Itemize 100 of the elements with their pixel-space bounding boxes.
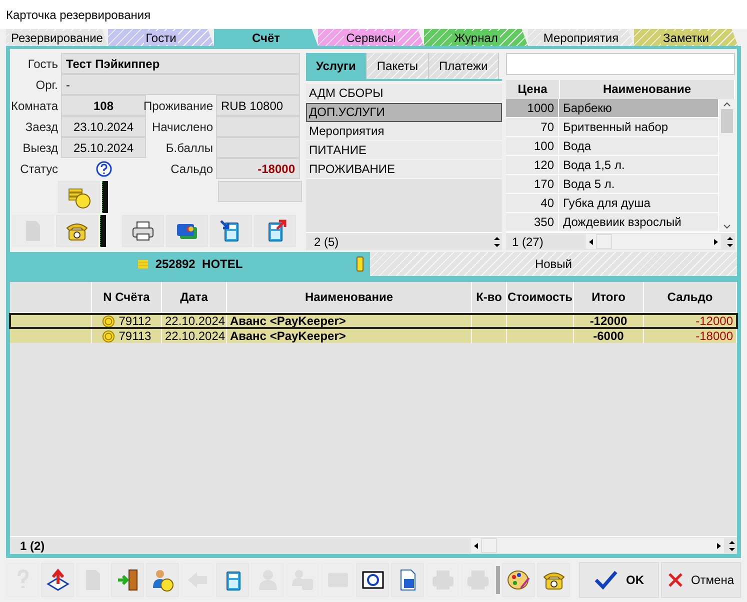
price-row[interactable]: 170 Вода 5 л.: [506, 175, 719, 194]
total-cell: -12000: [574, 314, 644, 328]
ok-button[interactable]: OK: [579, 562, 659, 598]
window-title: Карточка резервирования: [6, 8, 151, 22]
account-tab[interactable]: Новый: [370, 252, 737, 276]
price-cell: 170: [506, 175, 559, 194]
price-cell: 120: [506, 156, 559, 174]
toolbar-button[interactable]: [41, 563, 74, 597]
column-header: Цена: [506, 80, 560, 100]
category-item[interactable]: ПРОЖИВАНИЕ: [306, 160, 502, 179]
date-cell: 22.10.2024: [162, 314, 227, 328]
cancel-button[interactable]: Отмена: [661, 562, 741, 598]
tab[interactable]: Мероприятия: [528, 29, 634, 46]
invoice-number-cell: 79113: [92, 329, 162, 343]
date-cell: 22.10.2024: [162, 329, 227, 343]
price-cell: 40: [506, 194, 559, 212]
horizontal-scrollbar[interactable]: [586, 234, 721, 250]
column-header: Итого: [574, 282, 644, 312]
tab[interactable]: Гости: [108, 29, 214, 46]
spinner-icon[interactable]: [727, 538, 737, 552]
price-cell: 350: [506, 213, 559, 232]
organization-value: -: [61, 74, 300, 95]
field-label: Комната: [12, 98, 59, 114]
field-label: Орг.: [34, 76, 59, 94]
horizontal-scrollbar[interactable]: [471, 538, 724, 553]
category-item[interactable]: АДМ СБОРЫ: [306, 84, 502, 103]
spinner-icon[interactable]: [725, 234, 735, 249]
account-tab[interactable]: 252892 HOTEL: [10, 252, 370, 276]
checkin-date: 23.10.2024: [61, 116, 146, 137]
scrollbar[interactable]: [719, 99, 735, 232]
phone-button[interactable]: [56, 215, 98, 247]
price-cell: 100: [506, 137, 559, 156]
column-header: Стоимость: [507, 282, 574, 312]
price-row[interactable]: 350 Дождевиик взрослый: [506, 213, 719, 232]
coin-icon: [102, 314, 115, 328]
door-icon: [116, 568, 140, 592]
calc-out-button[interactable]: [254, 215, 296, 247]
tab[interactable]: Журнал: [424, 29, 528, 46]
name-cell: Аванс <PayKeeper>: [227, 329, 472, 343]
price-row[interactable]: 100 Вода: [506, 137, 719, 156]
balance-cell: -18000: [644, 329, 737, 343]
toolbar-button[interactable]: [356, 563, 389, 597]
tab[interactable]: Заметки: [634, 29, 738, 46]
field-label: Статус: [19, 160, 59, 178]
category-item[interactable]: Мероприятия: [306, 122, 502, 141]
column-header: N Счёта: [92, 282, 162, 312]
price-cell: 70: [506, 118, 559, 136]
field-label: Начислено: [150, 118, 214, 136]
person-coin-icon: [150, 568, 174, 592]
field-label: Выезд: [22, 140, 59, 156]
record-count: 1 (27): [512, 234, 544, 249]
column-header: Дата: [162, 282, 227, 312]
cards-button[interactable]: [166, 215, 208, 247]
guest-name: Тест Пэйкиппер: [61, 53, 300, 74]
stay-value: RUB 10800: [216, 95, 300, 116]
toolbar-button[interactable]: [111, 563, 144, 597]
tab[interactable]: Пакеты: [366, 53, 429, 79]
coins-button[interactable]: [58, 181, 100, 213]
calc-in-button[interactable]: [210, 215, 252, 247]
price-row[interactable]: 40 Губка для душа: [506, 194, 719, 214]
indicator-bar: [102, 181, 108, 213]
price-row[interactable]: 120 Вода 1,5 л.: [506, 156, 719, 176]
room-value: 108: [61, 95, 146, 116]
invoice-row[interactable]: 79112 22.10.2024 Аванс <PayKeeper> -12000 -12000: [10, 314, 737, 328]
column-header: Сальдо: [644, 282, 737, 312]
invoice-number-cell: 79112: [92, 314, 162, 328]
scroll-thumb[interactable]: [721, 109, 733, 134]
column-header: Наименование: [227, 282, 472, 312]
coin-icon: [102, 330, 115, 342]
record-count: 2 (5): [314, 234, 340, 248]
toolbar-button[interactable]: [216, 563, 249, 597]
field-label: Гость: [26, 56, 59, 72]
total-cell: -6000: [574, 329, 644, 343]
price-row[interactable]: 1000 Барбекю: [506, 99, 719, 118]
tab[interactable]: Счёт: [214, 29, 318, 46]
category-item[interactable]: ПИТАНИЕ: [306, 141, 502, 160]
price-cell: 1000: [506, 99, 559, 118]
check-icon: [594, 570, 618, 590]
name-cell: Аванс <PayKeeper>: [227, 314, 472, 328]
spinner-icon[interactable]: [492, 234, 502, 248]
tab[interactable]: Услуги: [306, 53, 367, 79]
field-label: Проживание: [146, 98, 214, 114]
tab[interactable]: Сервисы: [318, 29, 424, 46]
tab[interactable]: Резервирование: [6, 29, 108, 46]
palette-icon: [506, 568, 530, 592]
printer-button[interactable]: [122, 215, 164, 247]
marker-icon: [356, 256, 364, 272]
indicator-bar: [100, 215, 106, 247]
coins-icon: [137, 259, 150, 269]
balance-value: -18000: [216, 158, 300, 179]
category-item[interactable]: ДОП.УСЛУГИ: [306, 103, 502, 122]
tab[interactable]: Платежи: [429, 53, 499, 79]
question-icon[interactable]: [96, 160, 112, 176]
search-field[interactable]: [506, 53, 735, 75]
column-header: Наименование: [560, 80, 735, 100]
column-header: К-во: [472, 282, 507, 312]
field-label: Сальдо: [170, 160, 214, 178]
price-row[interactable]: 70 Бритвенный набор: [506, 118, 719, 138]
invoice-row[interactable]: 79113 22.10.2024 Аванс <PayKeeper> -6000 -18000: [10, 329, 737, 343]
printer-icon: [131, 219, 155, 243]
